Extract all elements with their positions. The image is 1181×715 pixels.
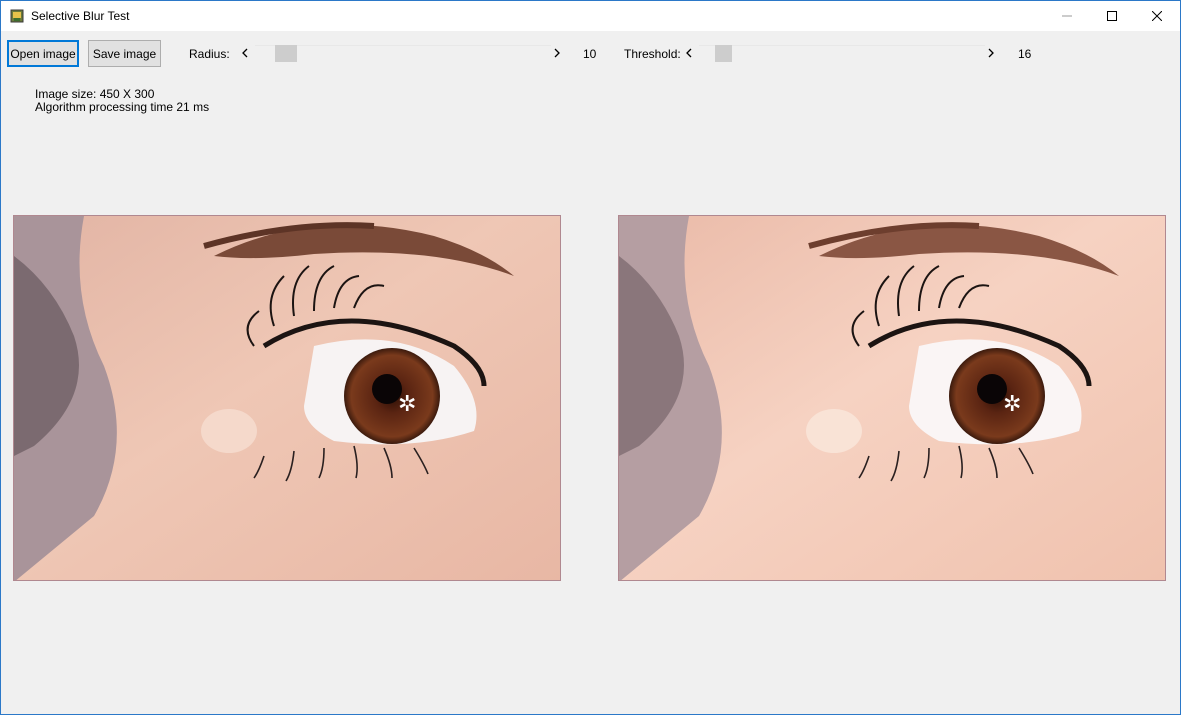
window-title: Selective Blur Test — [31, 9, 130, 23]
threshold-left-arrow-icon[interactable] — [683, 45, 697, 61]
processed-image: ✲ — [618, 215, 1166, 581]
app-icon — [10, 9, 24, 23]
svg-text:✲: ✲ — [398, 392, 416, 417]
radius-scrollbar-thumb[interactable] — [275, 45, 297, 62]
title-bar[interactable]: Selective Blur Test — [1, 1, 1180, 31]
eye-photo-blurred: ✲ — [619, 216, 1165, 580]
svg-text:✲: ✲ — [1003, 392, 1021, 417]
minimize-button[interactable] — [1044, 1, 1090, 31]
main-window: Selective Blur Test Open image Save imag… — [0, 0, 1181, 715]
threshold-scrollbar-thumb[interactable] — [715, 45, 732, 62]
processing-time-text: Algorithm processing time 21 ms — [35, 100, 210, 114]
close-icon — [1152, 11, 1162, 21]
maximize-button[interactable] — [1089, 1, 1135, 31]
eye-photo-original: ✲ — [14, 216, 560, 580]
image-size-text: Image size: 450 X 300 — [35, 87, 155, 101]
original-image: ✲ — [13, 215, 561, 581]
radius-right-arrow-icon[interactable] — [550, 45, 564, 61]
minimize-icon — [1062, 15, 1072, 17]
threshold-label: Threshold: — [624, 47, 681, 61]
radius-left-arrow-icon[interactable] — [239, 45, 253, 61]
threshold-value: 16 — [1018, 47, 1032, 61]
close-button[interactable] — [1134, 1, 1180, 31]
open-image-button[interactable]: Open image — [7, 40, 79, 67]
threshold-scrollbar-track[interactable] — [699, 45, 985, 63]
threshold-right-arrow-icon[interactable] — [984, 45, 998, 61]
radius-value: 10 — [583, 47, 597, 61]
radius-scrollbar-track[interactable] — [255, 45, 551, 63]
radius-label: Radius: — [189, 47, 230, 61]
maximize-icon — [1107, 11, 1117, 21]
save-image-button[interactable]: Save image — [88, 40, 161, 67]
